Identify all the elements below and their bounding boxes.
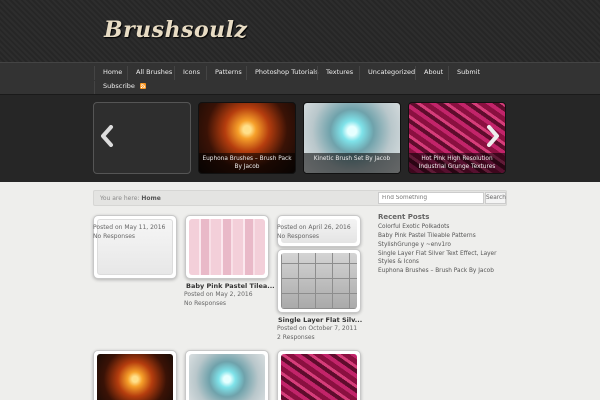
post-image [281, 354, 357, 400]
post-date: Posted on April 26, 2016 [277, 224, 351, 231]
breadcrumb: You are here: Home [100, 195, 161, 202]
featured-slider: Euphona Brushes – Brush Pack By Jacob Ki… [0, 94, 600, 182]
nav-divider [359, 66, 360, 80]
post-image [281, 253, 357, 309]
nav-item-home[interactable]: Home [103, 68, 122, 76]
breadcrumb-prefix: You are here: [100, 195, 140, 202]
post-responses[interactable]: No Responses [277, 233, 319, 240]
nav-divider [317, 66, 318, 80]
nav-item-patterns[interactable]: Patterns [215, 68, 242, 76]
site-logo[interactable]: Brushsoulz [104, 17, 247, 43]
post-responses[interactable]: No Responses [184, 300, 226, 307]
breadcrumb-bar: You are here: Home Search [93, 190, 507, 206]
main-nav: Home All Brushes Icons Patterns Photosho… [0, 62, 600, 95]
recent-post-link[interactable]: Baby Pink Pastel Tileable Patterns [378, 232, 513, 240]
subscribe-label: Subscribe [103, 82, 135, 90]
nav-divider [246, 66, 247, 80]
chevron-left-icon[interactable] [100, 125, 114, 147]
rss-icon [140, 83, 147, 89]
nav-divider [206, 66, 207, 80]
breadcrumb-home[interactable]: Home [141, 195, 160, 202]
post-thumbnail[interactable] [277, 350, 361, 400]
post-title[interactable]: Baby Pink Pastel Tilea... [186, 282, 275, 290]
nav-divider [127, 66, 128, 80]
nav-item-textures[interactable]: Textures [326, 68, 353, 76]
nav-divider [94, 81, 95, 95]
recent-post-link[interactable]: StylishGrunge y ~env1ro [378, 241, 513, 249]
post-date: Posted on May 2, 2016 [184, 291, 253, 298]
slide-caption: Hot Pink High Resolution Industrial Grun… [409, 153, 505, 173]
post-thumbnail[interactable] [277, 215, 361, 247]
slide-caption: Kinetic Brush Set By Jacob [304, 153, 400, 173]
post-thumbnail[interactable] [185, 215, 269, 279]
nav-item-submit[interactable]: Submit [457, 68, 480, 76]
post-responses[interactable]: No Responses [93, 233, 135, 240]
slide-caption: Euphona Brushes – Brush Pack By Jacob [199, 153, 295, 173]
post-thumbnail[interactable] [93, 350, 177, 400]
search-input[interactable] [378, 192, 484, 204]
recent-post-link[interactable]: Euphona Brushes – Brush Pack By Jacob [378, 267, 513, 275]
post-image [189, 219, 265, 275]
post-thumbnail[interactable] [277, 249, 361, 313]
recent-post-link[interactable]: Single Layer Flat Silver Text Effect, La… [378, 250, 513, 266]
site-header: Brushsoulz [0, 0, 600, 62]
nav-divider [174, 66, 175, 80]
post-title[interactable]: Single Layer Flat Silv... [278, 316, 362, 324]
nav-divider [448, 66, 449, 80]
post-date: Posted on May 11, 2016 [93, 224, 166, 231]
post-responses[interactable]: 2 Responses [277, 334, 315, 341]
nav-divider [415, 66, 416, 80]
nav-item-subscribe[interactable]: Subscribe [103, 82, 147, 90]
recent-post-link[interactable]: Colorful Exotic Polkadots [378, 223, 513, 231]
nav-item-uncategorized[interactable]: Uncategorized [368, 68, 415, 76]
post-image [189, 354, 265, 400]
post-date: Posted on October 7, 2011 [277, 325, 358, 332]
nav-divider [94, 66, 95, 80]
nav-item-all-brushes[interactable]: All Brushes [136, 68, 172, 76]
slide-kinetic-brush-set[interactable]: Kinetic Brush Set By Jacob [303, 102, 401, 174]
nav-item-photoshop-tutorials[interactable]: Photoshop Tutorials [255, 68, 319, 76]
recent-posts-heading: Recent Posts [378, 213, 430, 221]
nav-item-about[interactable]: About [424, 68, 443, 76]
post-image [97, 354, 173, 400]
chevron-right-icon[interactable] [486, 125, 500, 147]
post-thumbnail[interactable] [185, 350, 269, 400]
slide-euphona-brushes[interactable]: Euphona Brushes – Brush Pack By Jacob [198, 102, 296, 174]
nav-item-icons[interactable]: Icons [183, 68, 200, 76]
search-button[interactable]: Search [485, 192, 506, 204]
